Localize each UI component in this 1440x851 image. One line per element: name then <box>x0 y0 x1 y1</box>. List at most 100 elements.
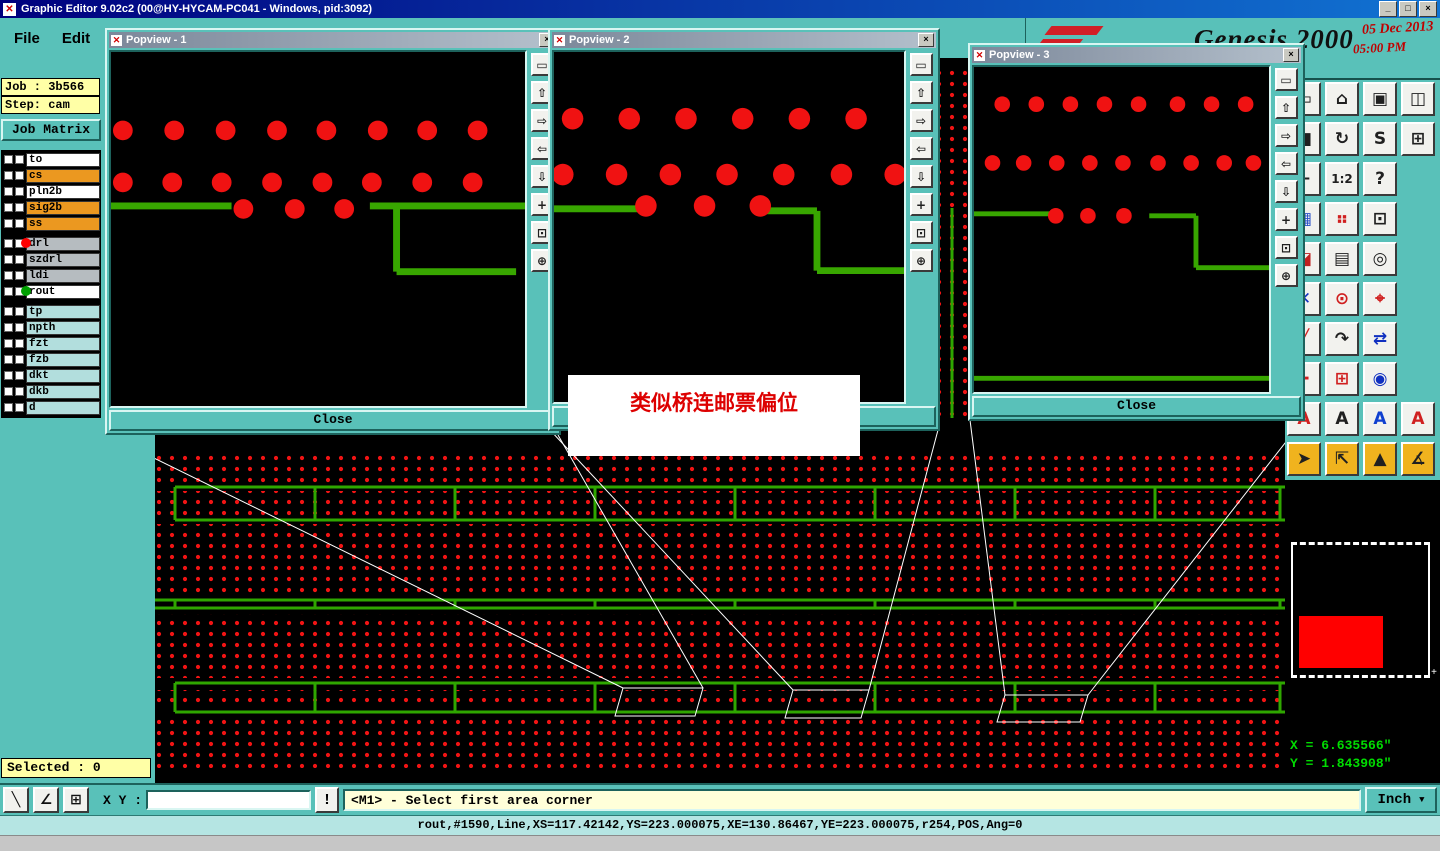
flip-icon[interactable]: ⇄ <box>1363 322 1397 356</box>
add-pad-icon[interactable]: ⊞ <box>1325 362 1359 396</box>
pan-icon[interactable]: + <box>1274 208 1298 231</box>
menu-edit[interactable]: Edit <box>62 30 90 47</box>
text-blue-icon[interactable]: A <box>1363 402 1397 436</box>
popview-window-2[interactable]: ✕ Popview - 2 × ▭⇧⇨⇦⇩+⊡⊕ Close <box>548 28 940 431</box>
job-matrix-button[interactable]: Job Matrix <box>1 119 101 141</box>
serpentine-icon[interactable]: S <box>1363 122 1397 156</box>
layer-row-fzb[interactable]: fzb <box>2 352 100 367</box>
minimize-button[interactable]: _ <box>1379 1 1397 17</box>
layer-context-checkbox[interactable] <box>15 155 24 164</box>
layer-visibility-checkbox[interactable] <box>4 271 13 280</box>
dot-matrix-icon[interactable]: ⊡ <box>1363 202 1397 236</box>
layer-name[interactable]: fzt <box>26 336 100 351</box>
layer-name[interactable]: dkt <box>26 368 100 383</box>
units-dropdown[interactable]: Inch ▼ <box>1365 787 1437 813</box>
page-up-icon[interactable]: ⇧ <box>909 81 933 104</box>
probe-icon[interactable]: ⌖ <box>1363 282 1397 316</box>
zoom-window-icon[interactable]: ⊞ <box>1401 122 1435 156</box>
xy-input[interactable] <box>146 790 312 810</box>
layer-row-szdrl[interactable]: szdrl <box>2 252 100 267</box>
layer-name[interactable]: rout <box>26 284 100 299</box>
layer-name[interactable]: dkb <box>26 384 100 399</box>
close-icon[interactable]: × <box>1283 48 1299 62</box>
layer-context-checkbox[interactable] <box>15 255 24 264</box>
popview-window-1[interactable]: ✕ Popview - 1 × ▭ ⇧ ⇨ ⇦ ⇩ + ⊡ ⊕ Close <box>105 28 561 435</box>
zoom-fit-icon[interactable]: ⊡ <box>909 221 933 244</box>
popview-title-bar[interactable]: ✕ Popview - 2 × <box>552 32 936 48</box>
page-left-icon[interactable]: ⇦ <box>909 137 933 160</box>
layer-name[interactable]: drl <box>26 236 100 251</box>
layer-row-ldi[interactable]: ldi <box>2 268 100 283</box>
layer-context-checkbox[interactable] <box>15 203 24 212</box>
display-icon[interactable]: ▭ <box>1274 68 1298 91</box>
popview-close-button[interactable]: Close <box>109 410 557 431</box>
layer-row-dkt[interactable]: dkt <box>2 368 100 383</box>
zoom-out-icon[interactable]: ⊕ <box>909 249 933 272</box>
layer-name[interactable]: pln2b <box>26 184 100 199</box>
layer-name[interactable]: to <box>26 152 100 167</box>
origin-target-icon[interactable]: ◎ <box>1363 242 1397 276</box>
layer-name[interactable]: cs <box>26 168 100 183</box>
layer-visibility-checkbox[interactable] <box>4 371 13 380</box>
layer-name[interactable]: sig2b <box>26 200 100 215</box>
close-icon[interactable]: × <box>918 33 934 47</box>
layer-row-to[interactable]: to <box>2 152 100 167</box>
page-right-icon[interactable]: ⇨ <box>1274 124 1298 147</box>
angle-measure-icon[interactable]: ∠ <box>33 787 59 813</box>
redraw-icon[interactable]: ↻ <box>1325 122 1359 156</box>
color-dots-icon[interactable]: ⠶ <box>1325 202 1359 236</box>
layer-visibility-checkbox[interactable] <box>4 219 13 228</box>
popview-canvas[interactable] <box>972 65 1271 394</box>
popview-canvas[interactable] <box>552 50 906 404</box>
layer-name[interactable]: ss <box>26 216 100 231</box>
layer-name[interactable]: tp <box>26 304 100 319</box>
layer-context-checkbox[interactable] <box>15 307 24 316</box>
arc-arrow-icon[interactable]: ↷ <box>1325 322 1359 356</box>
layer-context-checkbox[interactable] <box>15 219 24 228</box>
layer-context-checkbox[interactable] <box>15 403 24 412</box>
ruler-icon[interactable]: ▤ <box>1325 242 1359 276</box>
page-down-icon[interactable]: ⇩ <box>1274 180 1298 203</box>
layer-name[interactable]: d <box>26 400 100 415</box>
layer-visibility-checkbox[interactable] <box>4 171 13 180</box>
popview-title-bar[interactable]: ✕ Popview - 3 × <box>972 47 1301 63</box>
layer-visibility-checkbox[interactable] <box>4 255 13 264</box>
popview-close-button[interactable]: Close <box>972 396 1301 417</box>
layer-row-npth[interactable]: npth <box>2 320 100 335</box>
layer-context-checkbox[interactable] <box>15 171 24 180</box>
layer-visibility-checkbox[interactable] <box>4 323 13 332</box>
select-angle-icon[interactable]: ∡ <box>1401 442 1435 476</box>
popview-title-bar[interactable]: ✕ Popview - 1 × <box>109 32 557 48</box>
spheres-icon[interactable]: ◉ <box>1363 362 1397 396</box>
layer-context-checkbox[interactable] <box>15 387 24 396</box>
layer-visibility-checkbox[interactable] <box>4 387 13 396</box>
page-left-icon[interactable]: ⇦ <box>1274 152 1298 175</box>
layer-visibility-checkbox[interactable] <box>4 355 13 364</box>
layer-context-checkbox[interactable] <box>15 187 24 196</box>
grid-snap-icon[interactable]: ⊞ <box>63 787 89 813</box>
layer-row-cs[interactable]: cs <box>2 168 100 183</box>
layer-name[interactable]: fzb <box>26 352 100 367</box>
help-icon[interactable]: ? <box>1363 162 1397 196</box>
close-button[interactable]: × <box>1419 1 1437 17</box>
layer-visibility-checkbox[interactable] <box>4 187 13 196</box>
page-right-icon[interactable]: ⇨ <box>909 109 933 132</box>
pan-icon[interactable]: + <box>909 193 933 216</box>
layer-row-drl[interactable]: drl <box>2 236 100 251</box>
text-red-icon[interactable]: A <box>1401 402 1435 436</box>
popview-window-3[interactable]: ✕ Popview - 3 × ▭ ⇧ ⇨ ⇦ ⇩ + ⊡ ⊕ Close <box>968 43 1305 421</box>
layer-visibility-checkbox[interactable] <box>4 339 13 348</box>
home-icon[interactable]: ⌂ <box>1325 82 1359 116</box>
split-view-icon[interactable]: ◫ <box>1401 82 1435 116</box>
layer-visibility-checkbox[interactable] <box>4 203 13 212</box>
layer-row-tp[interactable]: tp <box>2 304 100 319</box>
layer-visibility-checkbox[interactable] <box>4 287 13 296</box>
layer-context-checkbox[interactable] <box>15 339 24 348</box>
layer-context-checkbox[interactable] <box>15 323 24 332</box>
maximize-button[interactable]: □ <box>1399 1 1417 17</box>
page-down-icon[interactable]: ⇩ <box>909 165 933 188</box>
layer-row-d[interactable]: d <box>2 400 100 415</box>
popview-canvas[interactable] <box>109 50 527 408</box>
layer-row-fzt[interactable]: fzt <box>2 336 100 351</box>
text-move-icon[interactable]: A <box>1325 402 1359 436</box>
